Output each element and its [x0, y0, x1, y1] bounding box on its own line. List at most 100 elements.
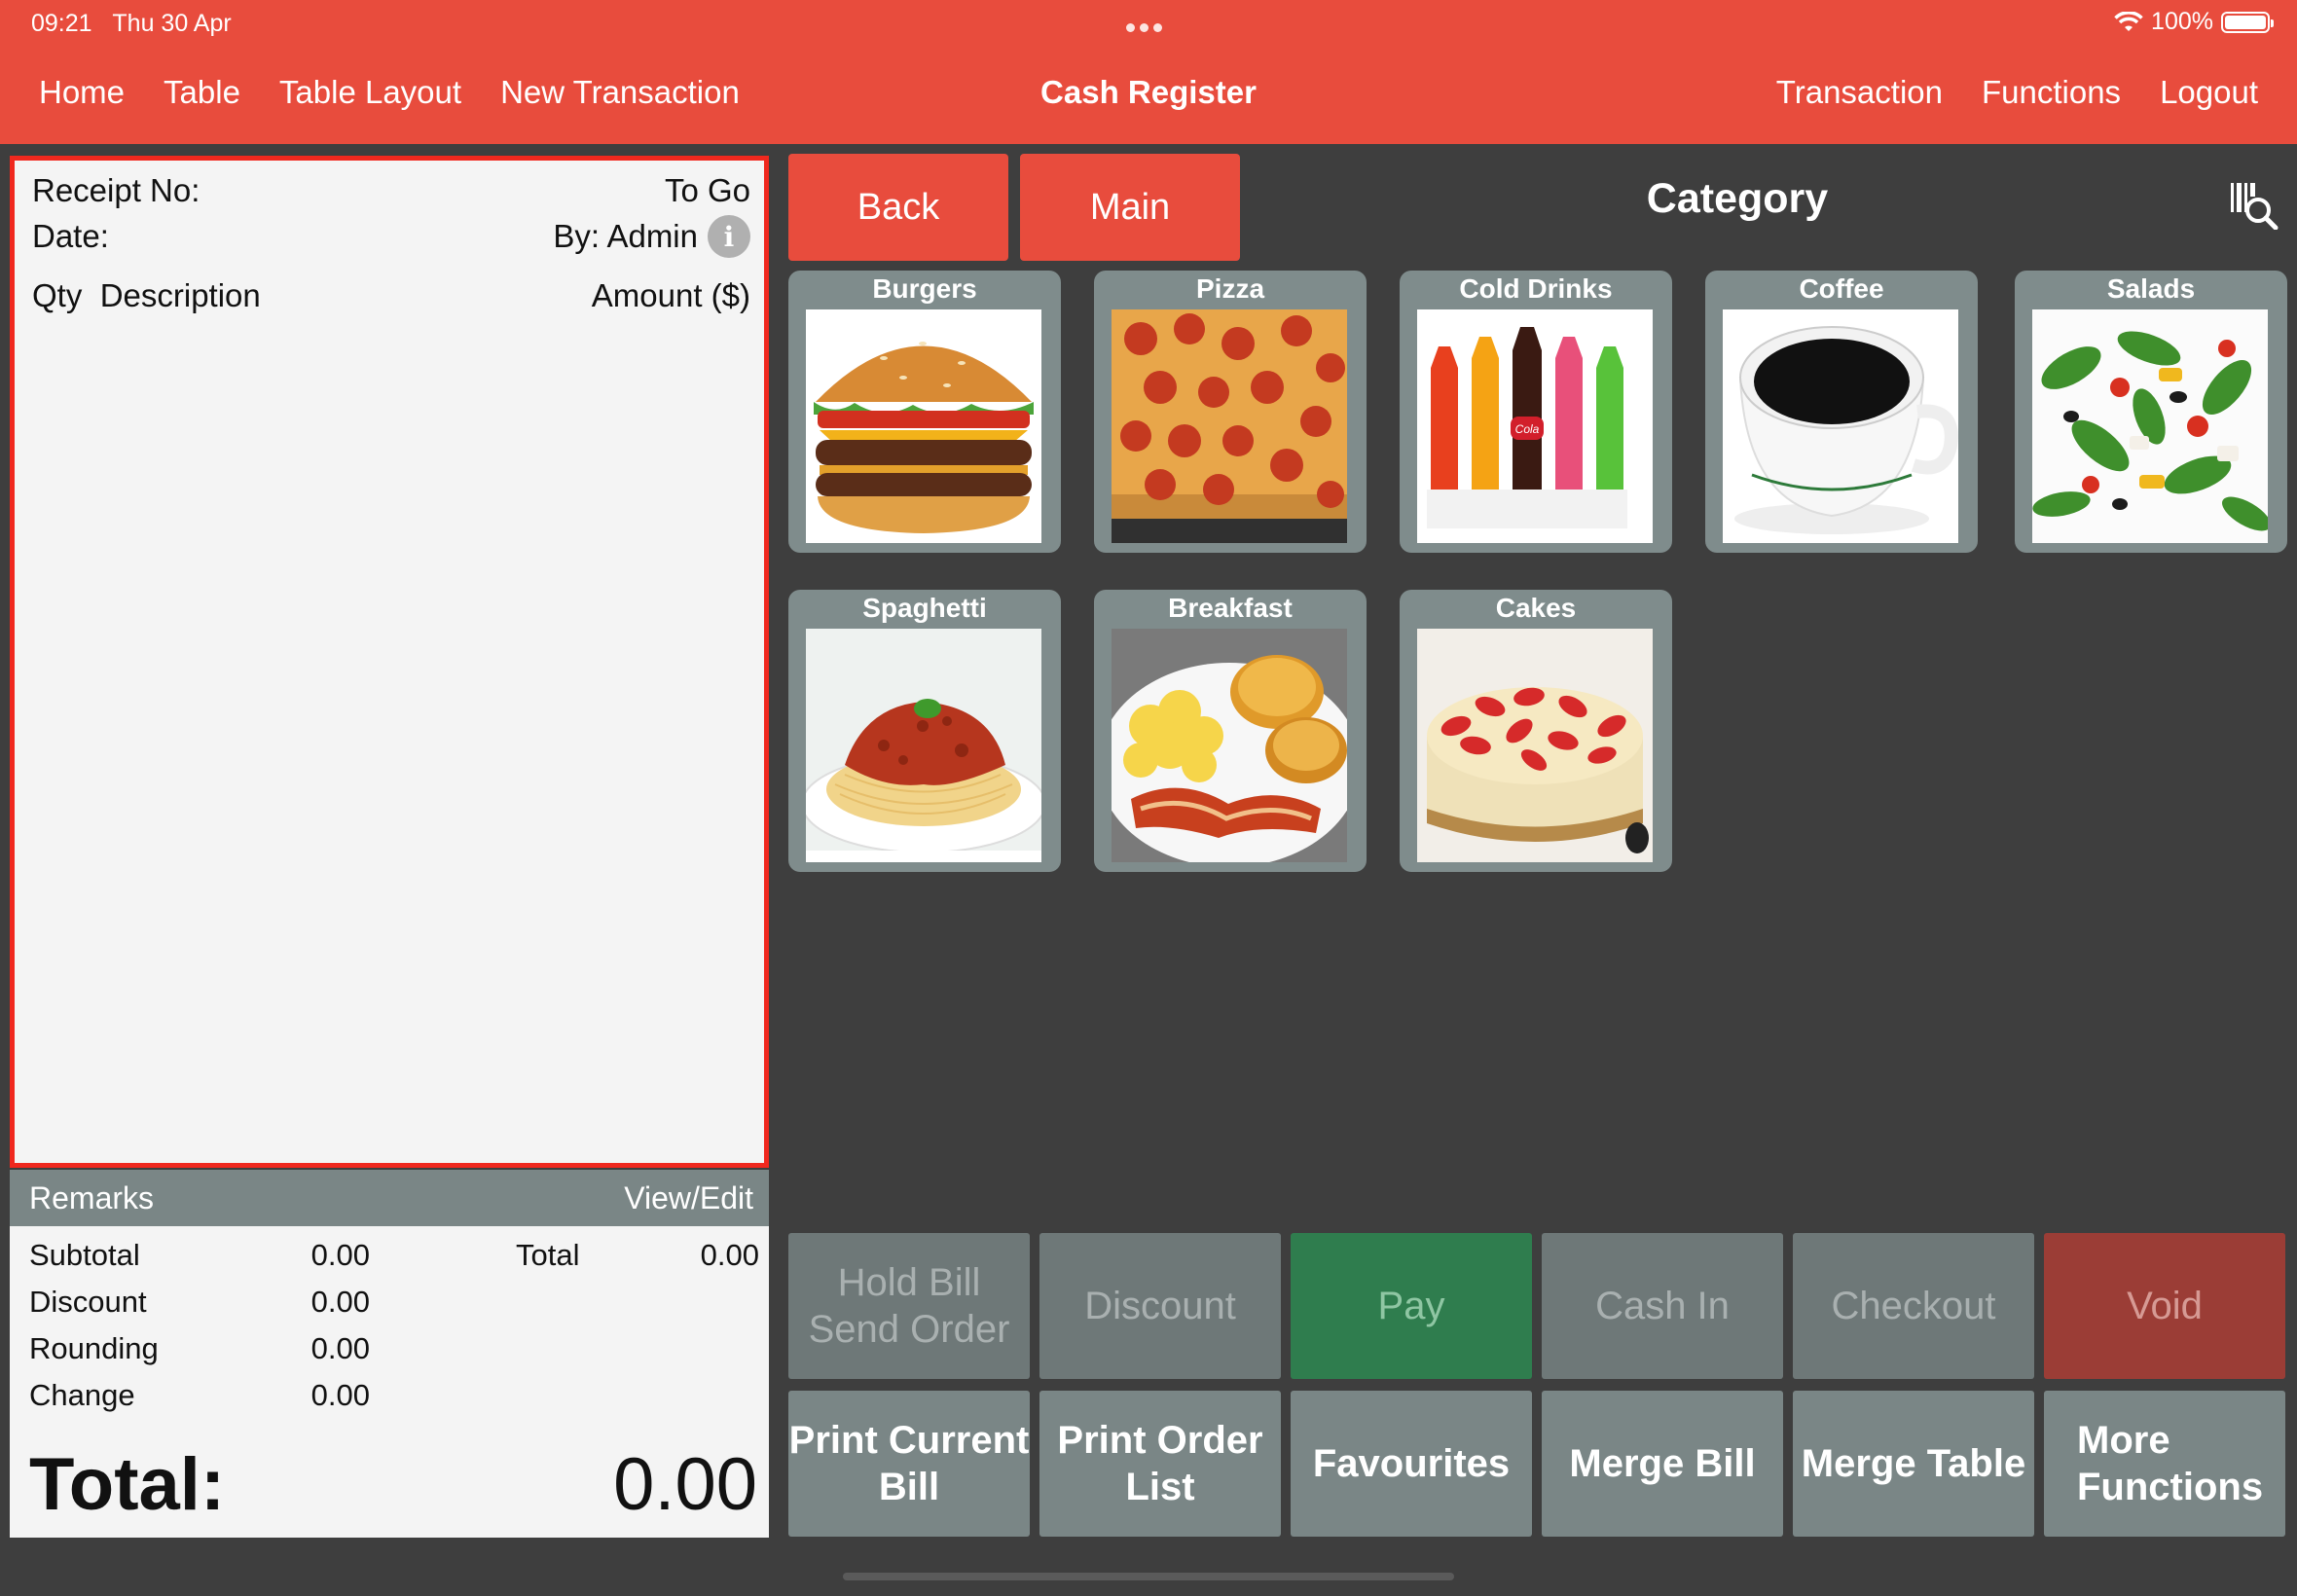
change-label: Change [29, 1378, 135, 1412]
category-coffee[interactable]: Coffee [1705, 271, 1978, 553]
category-label: Cold Drinks [1459, 273, 1613, 304]
remarks-view-edit[interactable]: View/Edit [624, 1180, 753, 1216]
pay-button-label: Pay [1377, 1285, 1445, 1327]
hold-bill-send-order-button[interactable]: Hold Bill Send Order [788, 1233, 1030, 1379]
hold-bill-label: Hold Bill Send Order [808, 1261, 1010, 1351]
status-time: 09:21 Thu 30 Apr [31, 10, 232, 38]
date-label: Date: [32, 218, 109, 254]
order-type[interactable]: To Go [665, 172, 750, 209]
info-icon[interactable]: i [708, 215, 750, 258]
category-salads[interactable]: Salads [2015, 271, 2287, 553]
category-title: Category [1646, 175, 1829, 222]
more-functions-button[interactable]: More Functions [2044, 1391, 2285, 1537]
by-admin: By: Admin i [553, 215, 750, 258]
nav-new-transaction[interactable]: New Transaction [500, 74, 740, 111]
battery-icon [2221, 11, 2274, 33]
burger-image [806, 309, 1041, 543]
print-current-bill-button[interactable]: Print Current Bill [788, 1391, 1030, 1537]
home-indicator[interactable] [843, 1573, 1454, 1580]
merge-bill-label: Merge Bill [1569, 1442, 1756, 1485]
cake-image [1417, 629, 1653, 862]
rounding-value: 0.00 [310, 1331, 370, 1365]
print-order-list-button[interactable]: Print Order List [1039, 1391, 1281, 1537]
barcode-search-icon[interactable] [2229, 181, 2279, 230]
remarks-label: Remarks [29, 1179, 155, 1215]
nav-functions[interactable]: Functions [1982, 74, 2121, 111]
main-button[interactable]: Main [1020, 154, 1240, 261]
pizza-image [1112, 309, 1347, 543]
merge-table-button[interactable]: Merge Table [1793, 1391, 2034, 1537]
top-bar: 09:21 Thu 30 Apr 100% Home Table Table L… [0, 0, 2297, 144]
category-label: Salads [2106, 273, 2196, 304]
void-button[interactable]: Void [2044, 1233, 2285, 1379]
checkout-button[interactable]: Checkout [1793, 1233, 2034, 1379]
discount-label: Discount [29, 1285, 147, 1319]
col-qty: Qty [32, 277, 83, 313]
status-clock: 09:21 [31, 10, 92, 37]
category-burgers[interactable]: Burgers [788, 271, 1061, 553]
subtotal-label: Subtotal [29, 1238, 140, 1272]
checkout-label: Checkout [1831, 1285, 1996, 1327]
multitasking-dots-icon[interactable] [1126, 19, 1171, 32]
more-functions-label: More Functions [2077, 1419, 2264, 1508]
coffee-image [1723, 309, 1958, 543]
rounding-label: Rounding [29, 1331, 159, 1365]
cash-in-button[interactable]: Cash In [1542, 1233, 1783, 1379]
wifi-icon [2114, 11, 2143, 31]
nav-home[interactable]: Home [39, 74, 125, 111]
category-label: Spaghetti [862, 593, 987, 623]
nav-right: Transaction Functions Logout [1776, 74, 2258, 111]
nav-table-layout[interactable]: Table Layout [279, 74, 461, 111]
col-amount: Amount ($) [591, 277, 750, 313]
print-order-list-label: Print Order List [1057, 1419, 1263, 1508]
receipt-no-row: Receipt No: To Go [32, 172, 750, 209]
nav-transaction[interactable]: Transaction [1776, 74, 1943, 111]
nav-table[interactable]: Table [164, 74, 240, 111]
status-right: 100% [2114, 8, 2274, 36]
page-title: Cash Register [1040, 74, 1257, 110]
discount-button-label: Discount [1084, 1285, 1236, 1327]
category-label: Cakes [1495, 593, 1577, 623]
favourites-button[interactable]: Favourites [1291, 1391, 1532, 1537]
category-breakfast[interactable]: Breakfast [1094, 590, 1367, 872]
discount-button[interactable]: Discount [1039, 1233, 1281, 1379]
grand-total-value: 0.00 [613, 1443, 757, 1526]
receipt-no-label: Receipt No: [32, 172, 201, 208]
remarks-bar: Remarks View/Edit [10, 1170, 769, 1226]
merge-bill-button[interactable]: Merge Bill [1542, 1391, 1783, 1537]
receipt-columns: Qty Description Amount ($) [32, 277, 750, 314]
nav-logout[interactable]: Logout [2160, 74, 2258, 111]
grand-total-label: Total: [29, 1443, 226, 1526]
total-label: Total [516, 1238, 580, 1272]
by-label: By: Admin [553, 218, 698, 254]
totals-panel: Subtotal 0.00 Total 0.00 Discount 0.00 R… [10, 1226, 769, 1538]
salad-image [2032, 309, 2268, 543]
change-value: 0.00 [310, 1378, 370, 1412]
category-label: Burgers [872, 273, 977, 304]
cola-label: Cola [1515, 422, 1540, 436]
cold-drinks-image: Cola [1417, 309, 1653, 543]
nav-left: Home Table Table Layout New Transaction [39, 74, 740, 111]
category-spaghetti[interactable]: Spaghetti [788, 590, 1061, 872]
discount-value: 0.00 [310, 1285, 370, 1319]
merge-table-label: Merge Table [1801, 1442, 2026, 1485]
subtotal-value: 0.00 [310, 1238, 370, 1272]
receipt-panel[interactable]: Receipt No: To Go Date: By: Admin i Qty … [10, 156, 769, 1168]
status-date: Thu 30 Apr [112, 10, 232, 37]
category-label: Breakfast [1168, 593, 1293, 623]
col-description: Description [99, 277, 261, 313]
battery-percent: 100% [2151, 8, 2213, 35]
cash-in-label: Cash In [1595, 1285, 1730, 1327]
back-button[interactable]: Back [788, 154, 1008, 261]
spaghetti-image [806, 629, 1041, 862]
category-cold-drinks[interactable]: Cold Drinks Cola [1400, 271, 1672, 553]
pay-button[interactable]: Pay [1291, 1233, 1532, 1379]
category-pizza[interactable]: Pizza [1094, 271, 1367, 553]
category-label: Coffee [1799, 273, 1884, 304]
receipt-date-row: Date: By: Admin i [32, 215, 750, 258]
favourites-label: Favourites [1312, 1442, 1511, 1485]
category-cakes[interactable]: Cakes [1400, 590, 1672, 872]
print-current-bill-label: Print Current Bill [788, 1419, 1030, 1508]
breakfast-image [1112, 629, 1347, 862]
category-label: Pizza [1195, 273, 1265, 304]
